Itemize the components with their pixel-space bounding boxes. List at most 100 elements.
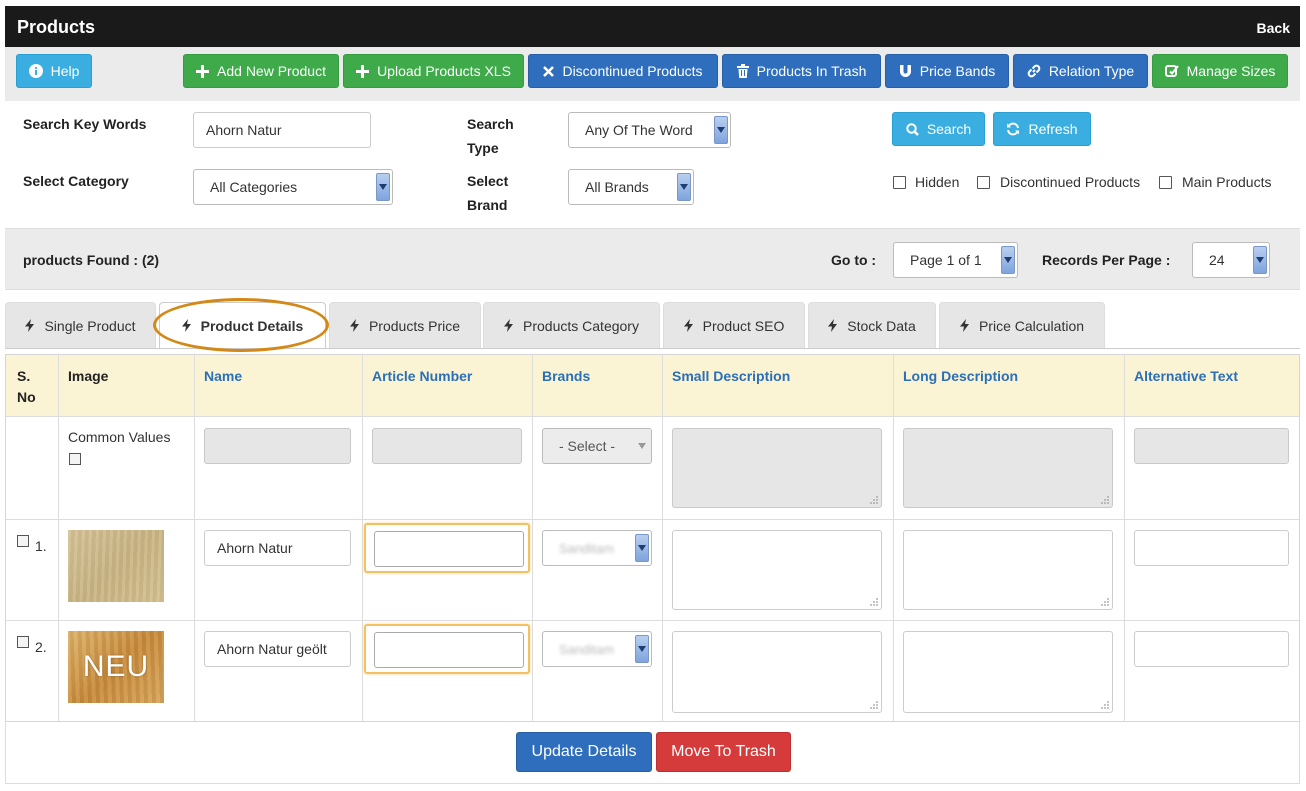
header-image: Image (68, 368, 109, 384)
small-description-textarea[interactable] (672, 631, 882, 713)
tab-divider (5, 348, 1300, 349)
discontinued-products-checkbox[interactable] (977, 176, 990, 189)
products-in-trash-button[interactable]: Products In Trash (722, 54, 881, 88)
row-checkbox[interactable] (17, 535, 29, 547)
column-divider (194, 355, 195, 721)
tab-products-price[interactable]: Products Price (329, 302, 481, 348)
upload-products-xls-button[interactable]: Upload Products XLS (343, 54, 524, 88)
add-new-product-button[interactable]: Add New Product (183, 54, 339, 88)
products-in-trash-label: Products In Trash (756, 63, 867, 79)
table-footer: Update Details Move To Trash (5, 722, 1300, 784)
tab-products-category[interactable]: Products Category (483, 302, 660, 348)
help-button[interactable]: Help (16, 54, 92, 88)
chevron-down-icon (376, 173, 390, 201)
main-products-checkbox[interactable] (1159, 176, 1172, 189)
small-description-textarea[interactable] (672, 530, 882, 610)
resize-grip-icon (1101, 701, 1109, 709)
alt-text-input[interactable] (1134, 631, 1289, 667)
brand-select[interactable]: All Brands (568, 169, 694, 205)
relation-type-button[interactable]: Relation Type (1013, 54, 1148, 88)
bolt-icon (25, 319, 35, 332)
column-divider (662, 355, 663, 721)
tab-stock-data[interactable]: Stock Data (808, 302, 936, 348)
plus-icon (356, 64, 370, 78)
page-select[interactable]: Page 1 of 1 (893, 242, 1018, 278)
category-select[interactable]: All Categories (193, 169, 393, 205)
header-brands[interactable]: Brands (542, 366, 590, 387)
common-small-description (672, 428, 882, 508)
move-to-trash-button[interactable]: Move To Trash (656, 732, 791, 772)
tab-label: Single Product (44, 317, 136, 334)
main-products-label: Main Products (1182, 174, 1272, 190)
refresh-button[interactable]: Refresh (993, 112, 1091, 146)
bolt-icon (504, 319, 514, 332)
update-details-button[interactable]: Update Details (516, 732, 652, 772)
alt-text-input[interactable] (1134, 530, 1289, 566)
add-new-product-label: Add New Product (217, 63, 326, 79)
name-input[interactable]: Ahorn Natur geölt (204, 631, 351, 667)
common-name-input (204, 428, 351, 464)
magnet-icon (899, 64, 912, 78)
chevron-down-icon (1001, 246, 1015, 274)
column-divider (362, 355, 363, 721)
header-name[interactable]: Name (204, 366, 242, 387)
article-number-input[interactable] (374, 632, 524, 668)
tab-product-seo[interactable]: Product SEO (663, 302, 805, 348)
search-icon (906, 122, 919, 136)
long-description-textarea[interactable] (903, 631, 1113, 713)
column-divider (58, 355, 59, 721)
chevron-down-icon (635, 534, 649, 562)
back-link[interactable]: Back (1257, 20, 1290, 36)
tab-label: Price Calculation (978, 317, 1085, 334)
search-type-value: Any Of The Word (585, 122, 693, 138)
records-per-page-select[interactable]: 24 (1192, 242, 1270, 278)
header-small-description[interactable]: Small Description (672, 366, 790, 387)
tab-price-calculation[interactable]: Price Calculation (939, 302, 1105, 348)
resize-grip-icon (870, 701, 878, 709)
select-category-label: Select Category (23, 173, 129, 189)
chevron-down-icon (714, 116, 728, 144)
search-button[interactable]: Search (892, 112, 985, 146)
header-long-description[interactable]: Long Description (903, 366, 1018, 387)
tab-product-details[interactable]: Product Details (159, 302, 326, 349)
hidden-checkbox[interactable] (893, 176, 906, 189)
resize-grip-icon (1101, 598, 1109, 606)
resize-grip-icon (1101, 496, 1109, 504)
help-label: Help (50, 63, 80, 79)
column-divider (893, 355, 894, 721)
common-alt-text-input (1134, 428, 1289, 464)
price-bands-button[interactable]: Price Bands (885, 54, 1009, 88)
bolt-icon (349, 319, 359, 332)
row-checkbox[interactable] (17, 636, 29, 648)
common-brand-value: - Select - (559, 438, 616, 454)
tab-single-product[interactable]: Single Product (5, 302, 156, 348)
discontinued-products-filter-label: Discontinued Products (1000, 174, 1141, 190)
search-type-select[interactable]: Any Of The Word (568, 112, 731, 148)
brand-row-select[interactable]: Sanditam (542, 530, 652, 566)
brand-row-select[interactable]: Sanditam (542, 631, 652, 667)
title-bar: Products Back (5, 6, 1300, 47)
relation-type-label: Relation Type (1048, 63, 1135, 79)
page-title: Products (17, 17, 96, 37)
article-number-input[interactable] (374, 531, 524, 567)
name-input[interactable]: Ahorn Natur (204, 530, 351, 566)
bolt-icon (683, 319, 693, 332)
records-per-page-value: 24 (1209, 252, 1225, 268)
row-number: 2. (35, 639, 47, 655)
search-keywords-input[interactable]: Ahorn Natur (193, 112, 371, 148)
manage-sizes-button[interactable]: Manage Sizes (1152, 54, 1288, 88)
trash-icon (736, 64, 749, 78)
header-article-number[interactable]: Article Number (372, 366, 472, 387)
long-description-textarea[interactable] (903, 530, 1113, 610)
header-alternative-text[interactable]: Alternative Text (1134, 366, 1238, 387)
tab-label: Product SEO (702, 317, 785, 334)
discontinued-products-button[interactable]: Discontinued Products (528, 54, 718, 88)
goto-label: Go to : (831, 252, 877, 268)
row-number: 1. (35, 538, 47, 554)
edit-icon (1164, 64, 1179, 78)
common-values-checkbox[interactable] (69, 453, 81, 465)
tab-label: Products Category (523, 317, 639, 334)
column-divider (532, 355, 533, 721)
products-found-text: products Found : (2) (23, 252, 160, 268)
header-sno-line2: No (17, 389, 36, 405)
